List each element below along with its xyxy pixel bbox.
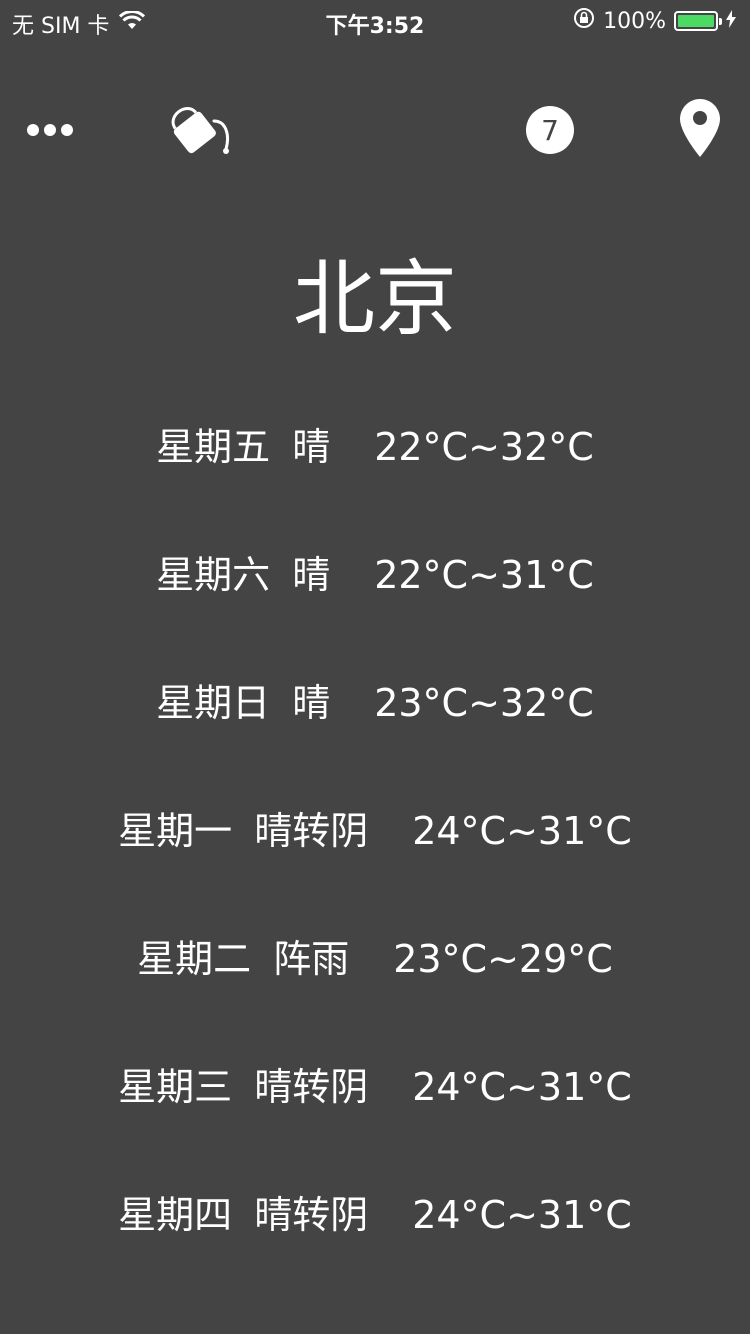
forecast-condition: 晴转阴 [254, 1193, 369, 1237]
status-right: 100% [573, 7, 736, 35]
forecast-temp: 24°C~31°C [412, 1065, 632, 1109]
forecast-condition: 晴 [292, 553, 331, 597]
forecast-temp: 23°C~29°C [393, 937, 613, 981]
forecast-condition: 晴转阴 [254, 1065, 369, 1109]
forecast-day: 星期六 [156, 553, 271, 597]
battery-fill [678, 15, 714, 27]
forecast-day: 星期二 [137, 937, 252, 981]
forecast-row: 星期二 阵雨 23°C~29°C [0, 924, 750, 1052]
forecast-row: 星期三 晴转阴 24°C~31°C [0, 1052, 750, 1180]
location-pin-icon [680, 99, 720, 161]
days-button[interactable]: 7 [520, 95, 580, 165]
forecast-condition: 阵雨 [273, 937, 350, 981]
forecast-row: 星期四 晴转阴 24°C~31°C [0, 1180, 750, 1308]
days-count-badge: 7 [526, 106, 574, 154]
paint-bucket-icon [168, 99, 234, 161]
battery-percent: 100% [603, 8, 666, 34]
forecast-temp: 24°C~31°C [412, 809, 632, 853]
battery-icon [674, 11, 722, 31]
forecast-row: 星期日 晴 23°C~32°C [0, 668, 750, 796]
forecast-temp: 22°C~31°C [374, 553, 594, 597]
forecast-day: 星期三 [118, 1065, 233, 1109]
forecast-row: 星期一 晴转阴 24°C~31°C [0, 796, 750, 924]
forecast-condition: 晴转阴 [254, 809, 369, 853]
forecast-temp: 22°C~32°C [374, 425, 594, 469]
forecast-day: 星期四 [118, 1193, 233, 1237]
forecast-condition: 晴 [292, 681, 331, 725]
orientation-lock-icon [573, 7, 595, 35]
forecast-row: 星期六 晴 22°C~31°C [0, 540, 750, 668]
weather-screen: 无 SIM 卡 下午3:52 100% 7 北京 星期五 晴 22°C~32°C… [0, 0, 750, 1334]
forecast-list: 星期五 晴 22°C~32°C 星期六 晴 22°C~31°C 星期日 晴 23… [0, 412, 750, 1308]
forecast-temp: 24°C~31°C [412, 1193, 632, 1237]
forecast-day: 星期一 [118, 809, 233, 853]
forecast-day: 星期五 [156, 425, 271, 469]
forecast-condition: 晴 [292, 425, 331, 469]
more-button[interactable] [20, 95, 80, 165]
status-bar: 无 SIM 卡 下午3:52 100% [0, 0, 750, 40]
location-button[interactable] [670, 95, 730, 165]
theme-button[interactable] [165, 95, 237, 165]
toolbar: 7 [0, 95, 750, 165]
forecast-day: 星期日 [156, 681, 271, 725]
more-dots-icon [27, 124, 73, 136]
battery-cap [719, 18, 722, 25]
forecast-row: 星期五 晴 22°C~32°C [0, 412, 750, 540]
city-name: 北京 [292, 252, 457, 347]
forecast-temp: 23°C~32°C [374, 681, 594, 725]
charging-bolt-icon [726, 9, 736, 34]
